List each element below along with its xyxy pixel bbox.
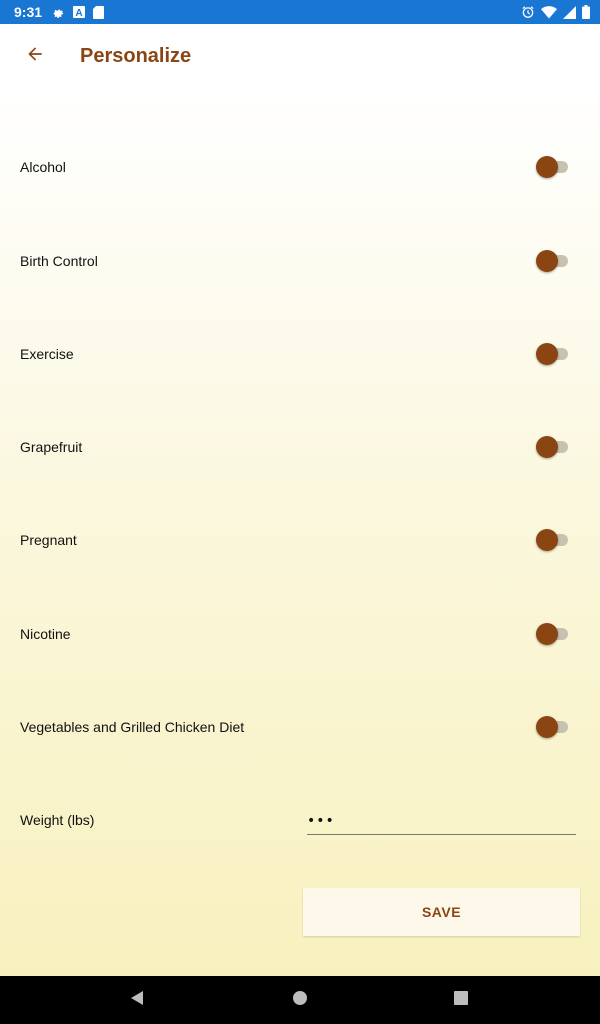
cell-signal-icon bbox=[563, 5, 576, 19]
nicotine-switch[interactable] bbox=[536, 622, 570, 646]
setting-label: Grapefruit bbox=[20, 439, 83, 455]
switch-thumb bbox=[536, 250, 558, 272]
setting-label: Nicotine bbox=[20, 626, 71, 642]
birth-control-switch[interactable] bbox=[536, 249, 570, 273]
page-title: Personalize bbox=[80, 44, 192, 67]
recents-square-icon bbox=[453, 990, 469, 1011]
switch-thumb bbox=[536, 623, 558, 645]
status-time: 9:31 bbox=[14, 4, 43, 20]
setting-label: Pregnant bbox=[20, 532, 77, 548]
app-bar: Personalize bbox=[0, 24, 600, 88]
settings-panel: Alcohol Birth Control Exercise Grapefrui… bbox=[0, 88, 600, 976]
weight-input[interactable] bbox=[307, 807, 576, 835]
gear-icon bbox=[52, 6, 65, 19]
setting-row-pregnant: Pregnant bbox=[0, 520, 600, 560]
weight-row: Weight (lbs) bbox=[0, 801, 600, 841]
setting-row-nicotine: Nicotine bbox=[0, 614, 600, 654]
switch-thumb bbox=[536, 436, 558, 458]
switch-thumb bbox=[536, 343, 558, 365]
home-circle-icon bbox=[292, 990, 308, 1011]
setting-row-exercise: Exercise bbox=[0, 334, 600, 374]
nav-bar bbox=[0, 976, 600, 1024]
grapefruit-switch[interactable] bbox=[536, 435, 570, 459]
alcohol-switch[interactable] bbox=[536, 155, 570, 179]
switch-thumb bbox=[536, 529, 558, 551]
alarm-icon bbox=[521, 5, 535, 19]
switch-thumb bbox=[536, 156, 558, 178]
diet-switch[interactable] bbox=[536, 715, 570, 739]
back-triangle-icon bbox=[129, 990, 145, 1011]
setting-row-birth-control: Birth Control bbox=[0, 241, 600, 281]
nav-back-button[interactable] bbox=[107, 976, 167, 1024]
exercise-switch[interactable] bbox=[536, 342, 570, 366]
svg-text:A: A bbox=[75, 8, 82, 18]
setting-label: Vegetables and Grilled Chicken Diet bbox=[20, 719, 245, 735]
status-bar: 9:31 A bbox=[0, 0, 600, 24]
a-badge-icon: A bbox=[73, 6, 86, 18]
arrow-back-icon bbox=[25, 44, 45, 69]
save-button[interactable]: SAVE bbox=[303, 888, 580, 936]
setting-label: Birth Control bbox=[20, 253, 98, 269]
weight-label: Weight (lbs) bbox=[20, 812, 95, 828]
nav-home-button[interactable] bbox=[270, 976, 330, 1024]
setting-row-alcohol: Alcohol bbox=[0, 147, 600, 187]
pregnant-switch[interactable] bbox=[536, 528, 570, 552]
sd-card-icon bbox=[93, 5, 105, 19]
wifi-icon bbox=[541, 5, 557, 19]
setting-row-grapefruit: Grapefruit bbox=[0, 427, 600, 467]
nav-recents-button[interactable] bbox=[431, 976, 491, 1024]
battery-icon bbox=[582, 5, 590, 19]
setting-label: Alcohol bbox=[20, 159, 66, 175]
setting-row-diet: Vegetables and Grilled Chicken Diet bbox=[0, 707, 600, 747]
back-button[interactable] bbox=[0, 24, 70, 88]
setting-label: Exercise bbox=[20, 346, 74, 362]
switch-thumb bbox=[536, 716, 558, 738]
